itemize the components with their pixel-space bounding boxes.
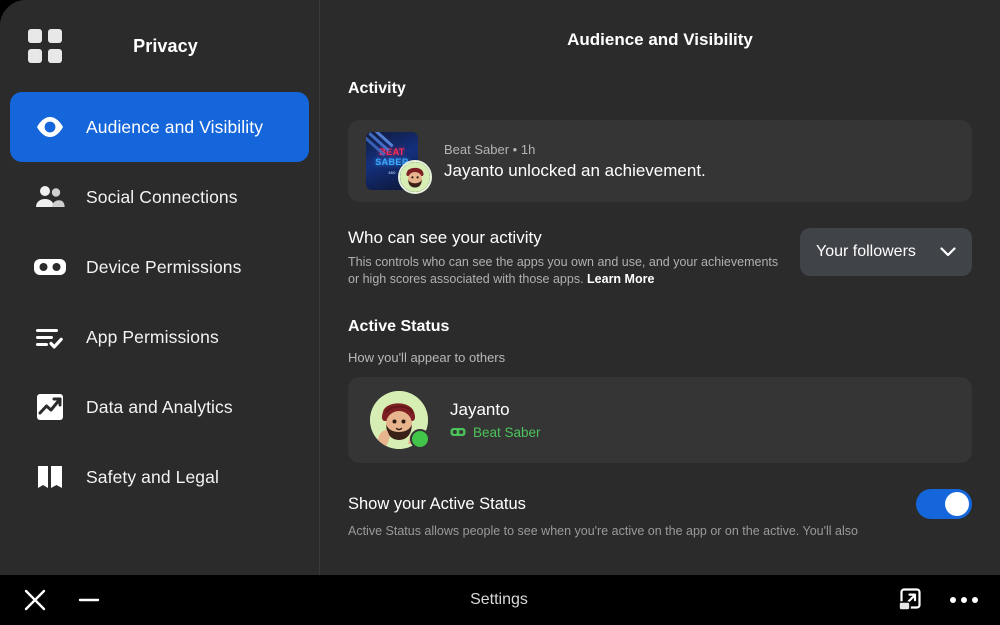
avatar	[398, 160, 432, 194]
sidebar-item-label: Data and Analytics	[86, 396, 233, 417]
book-icon	[32, 459, 68, 495]
active-status-user: Jayanto Beat Saber	[450, 400, 541, 440]
sidebar-item-app-permissions[interactable]: App Permissions	[10, 302, 309, 372]
list-check-icon	[32, 319, 68, 355]
show-active-status-toggle[interactable]	[916, 489, 972, 519]
activity-section-title: Activity	[348, 80, 406, 97]
toggle-knob	[945, 492, 969, 516]
visibility-description-text: This controls who can see the apps you o…	[348, 255, 779, 286]
activity-time: 1h	[520, 141, 536, 157]
active-status-game: Beat Saber	[450, 425, 541, 440]
show-active-status-description: Active Status allows people to see when …	[348, 524, 858, 538]
settings-window: Privacy Audience and Visibility Social C…	[0, 0, 1000, 575]
taskbar-title: Settings	[470, 591, 528, 608]
sidebar-item-label: Safety and Legal	[86, 466, 219, 487]
active-status-card[interactable]: Jayanto Beat Saber	[348, 377, 972, 463]
sidebar: Privacy Audience and Visibility Social C…	[0, 0, 320, 575]
activity-thumbnail: BEAT SABER 360	[366, 132, 432, 194]
active-status-section-title: Active Status	[348, 318, 450, 335]
show-active-status-row: Show your Active Status	[348, 489, 972, 519]
taskbar: Settings	[0, 575, 1000, 625]
sidebar-item-device-permissions[interactable]: Device Permissions	[10, 232, 309, 302]
visibility-setting-description: This controls who can see the apps you o…	[348, 254, 780, 288]
thumb-line-1: BEAT	[379, 147, 405, 157]
activity-text: Beat Saber • 1h Jayanto unlocked an achi…	[444, 142, 706, 181]
vr-headset-icon	[450, 428, 466, 436]
taskbar-left-controls	[22, 587, 102, 613]
learn-more-link[interactable]: Learn More	[587, 272, 654, 286]
main-panel: Audience and Visibility Activity BEAT SA…	[320, 0, 1000, 575]
visibility-setting-row: Who can see your activity This controls …	[348, 228, 972, 288]
visibility-setting-title: Who can see your activity	[348, 228, 542, 247]
activity-message: Jayanto unlocked an achievement.	[444, 160, 706, 180]
popout-icon[interactable]	[896, 586, 924, 614]
main-content: Activity BEAT SABER 360 Beat Saber • 1h …	[320, 80, 1000, 540]
avatar-wrapper	[370, 391, 430, 449]
sidebar-item-safety-and-legal[interactable]: Safety and Legal	[10, 442, 309, 512]
audience-dropdown-value: Your followers	[816, 243, 916, 260]
sidebar-header: Privacy	[0, 0, 319, 92]
eye-icon	[32, 109, 68, 145]
sidebar-item-data-and-analytics[interactable]: Data and Analytics	[10, 372, 309, 442]
sidebar-nav: Audience and Visibility Social Connectio…	[0, 92, 319, 512]
sidebar-item-label: Device Permissions	[86, 256, 242, 277]
activity-separator: •	[512, 141, 518, 157]
people-icon	[32, 179, 68, 215]
active-status-user-name: Jayanto	[450, 400, 510, 419]
sidebar-item-social-connections[interactable]: Social Connections	[10, 162, 309, 232]
activity-card[interactable]: BEAT SABER 360 Beat Saber • 1h Jayanto u…	[348, 120, 972, 202]
active-status-sub-label: How you'll appear to others	[348, 350, 506, 365]
activity-app-name: Beat Saber	[444, 141, 510, 157]
sidebar-item-audience-and-visibility[interactable]: Audience and Visibility	[10, 92, 309, 162]
taskbar-right-controls	[896, 586, 978, 614]
activity-meta: Beat Saber • 1h	[444, 142, 706, 157]
sidebar-title: Privacy	[133, 35, 198, 56]
grid-icon[interactable]	[28, 29, 62, 63]
main-header: Audience and Visibility	[320, 0, 1000, 80]
chevron-down-icon	[940, 247, 956, 257]
show-active-status-label: Show your Active Status	[348, 494, 526, 513]
audience-dropdown[interactable]: Your followers	[800, 228, 972, 276]
thumb-line-3: 360	[388, 170, 396, 175]
more-icon[interactable]	[950, 597, 978, 603]
sidebar-item-label: Audience and Visibility	[86, 116, 264, 137]
minimize-icon[interactable]	[76, 587, 102, 613]
vr-headset-icon	[32, 249, 68, 285]
sidebar-item-label: Social Connections	[86, 186, 238, 207]
sidebar-item-label: App Permissions	[86, 326, 219, 347]
app-root: Privacy Audience and Visibility Social C…	[0, 0, 1000, 625]
analytics-chart-icon	[32, 389, 68, 425]
page-title: Audience and Visibility	[567, 30, 753, 49]
close-icon[interactable]	[22, 587, 48, 613]
online-status-dot	[410, 429, 430, 449]
active-status-game-name: Beat Saber	[473, 425, 541, 440]
visibility-setting-text: Who can see your activity This controls …	[348, 228, 800, 288]
